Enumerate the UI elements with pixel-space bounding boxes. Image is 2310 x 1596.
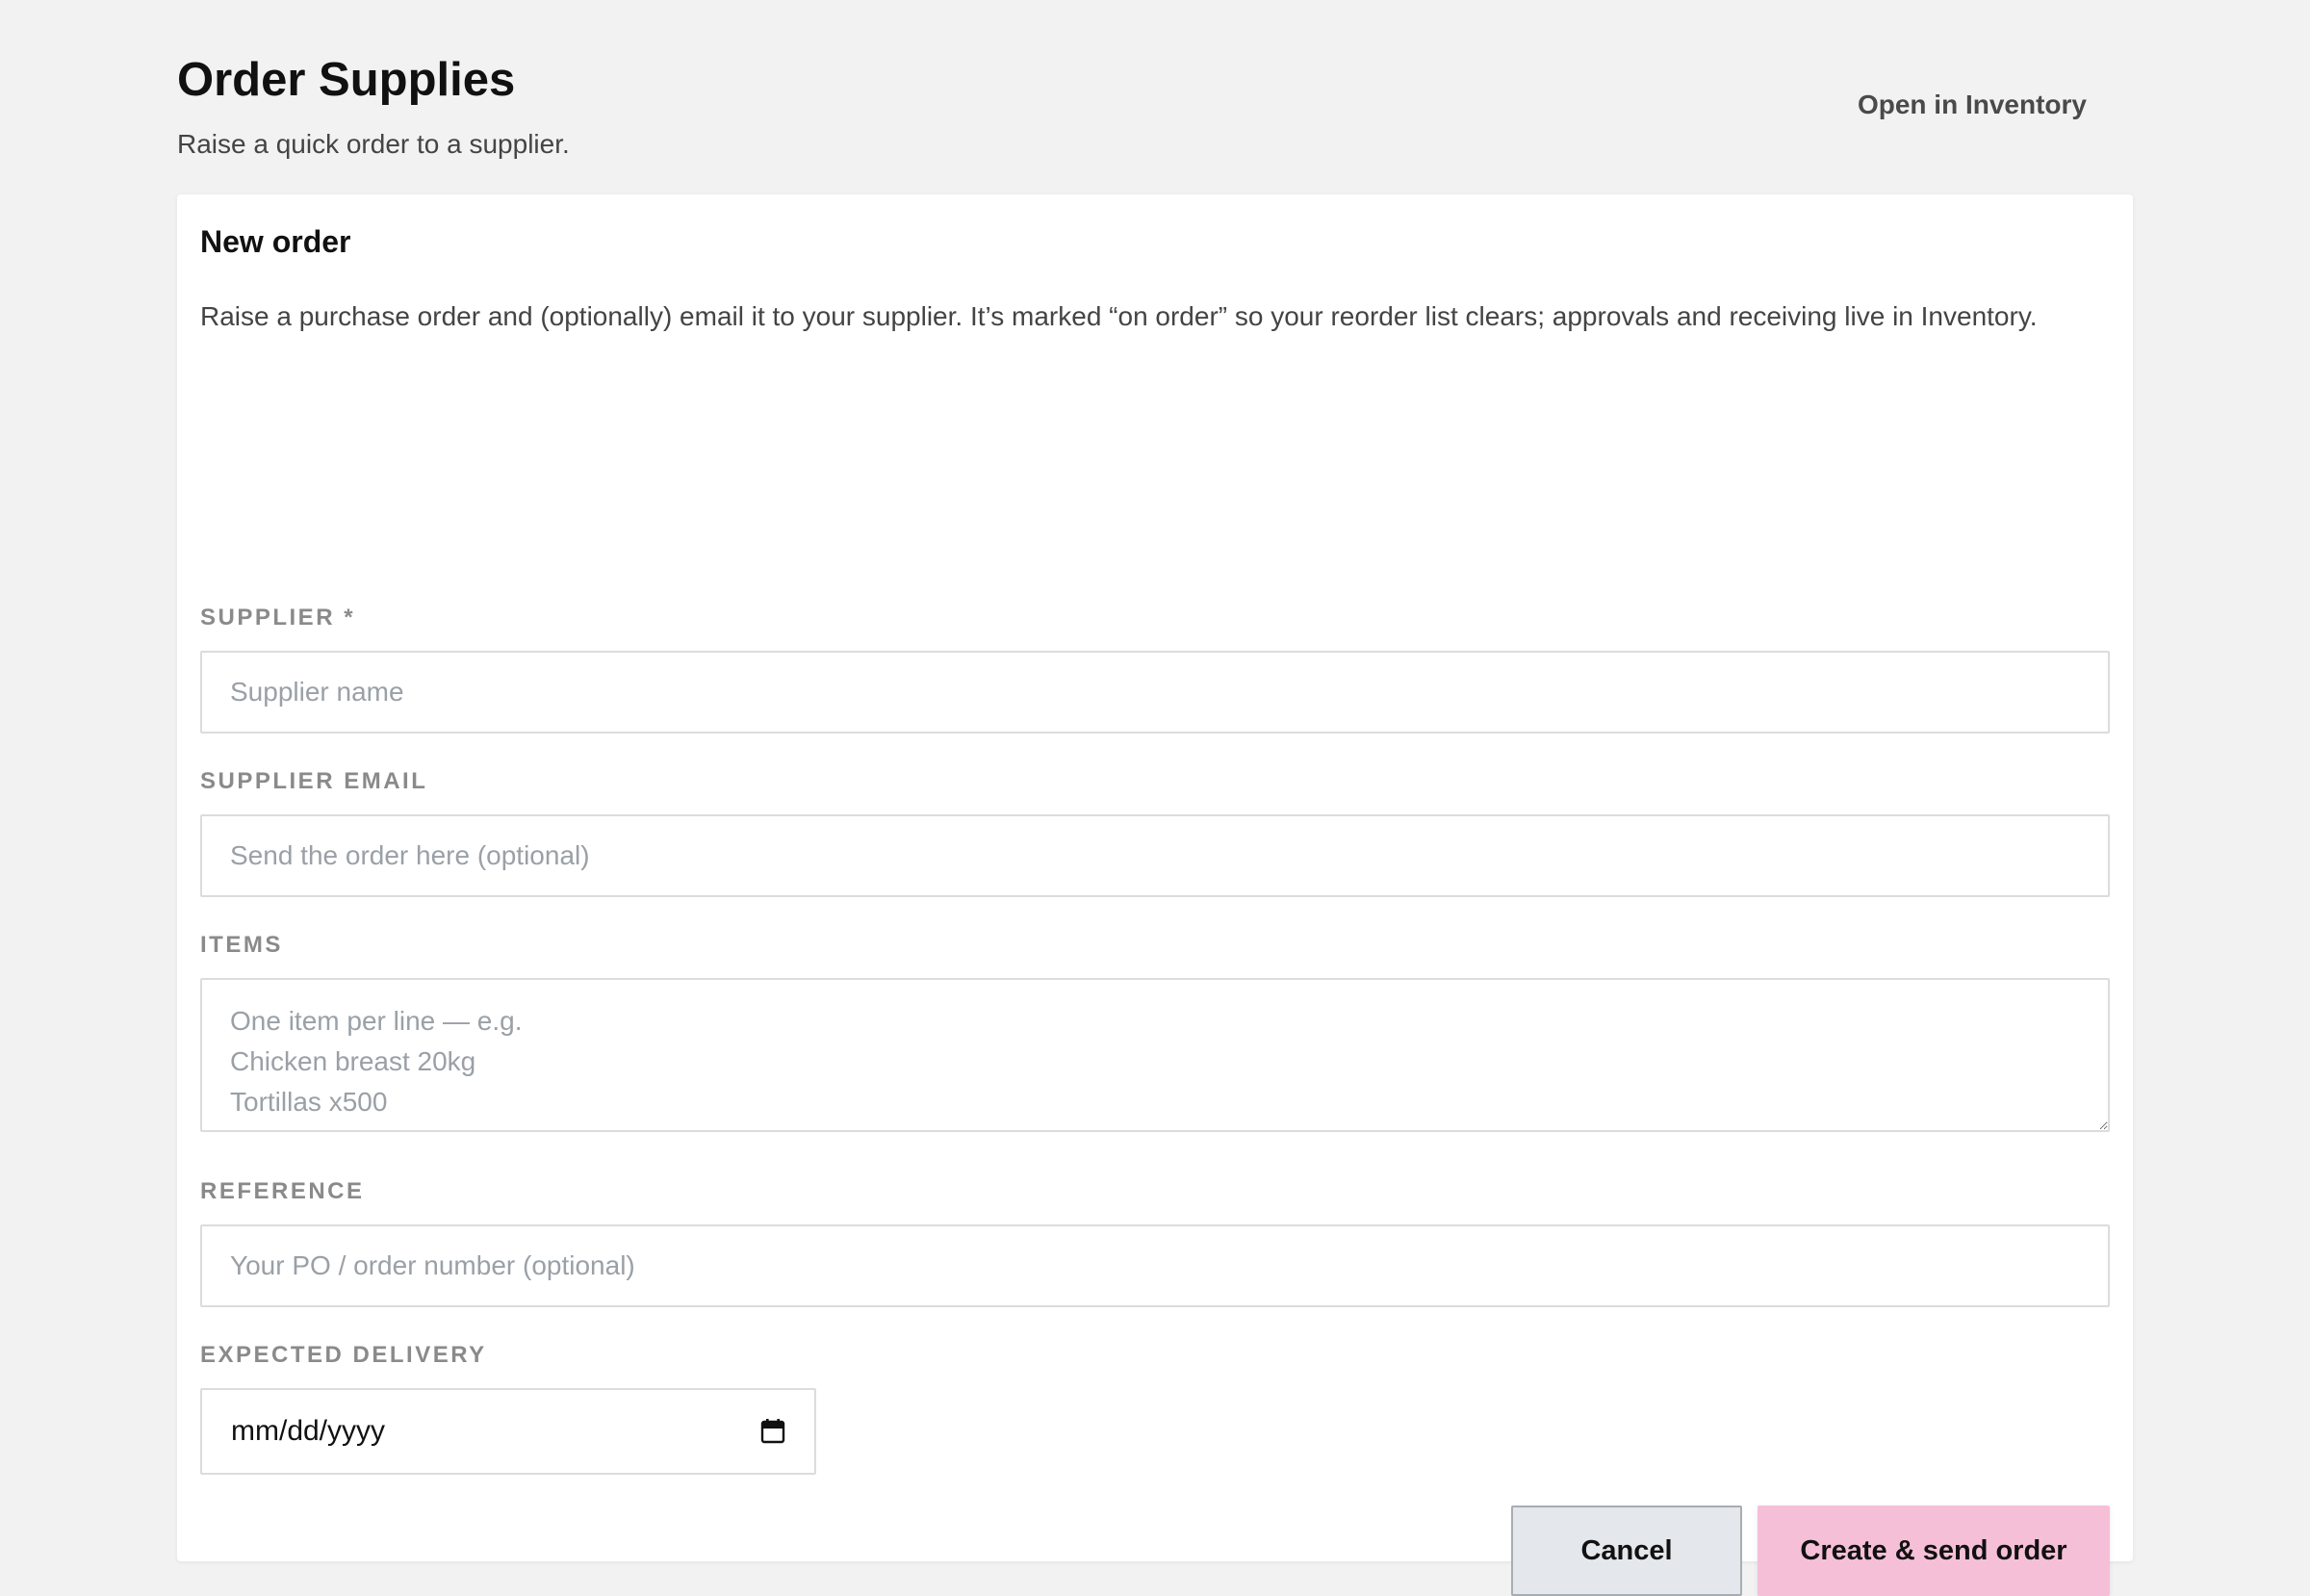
page-title: Order Supplies <box>177 54 516 106</box>
supplier-label: SUPPLIER * <box>200 605 356 631</box>
items-textarea[interactable] <box>200 978 2110 1132</box>
new-order-card: New order Raise a purchase order and (op… <box>177 194 2133 1596</box>
expected-delivery-date-input[interactable]: mm/dd/yyyy <box>200 1388 816 1475</box>
supplier-input[interactable] <box>200 651 2110 734</box>
create-send-order-button[interactable]: Create & send order <box>1758 1506 2110 1596</box>
open-in-inventory-link[interactable]: Open in Inventory <box>1858 85 2087 125</box>
expected-delivery-label: EXPECTED DELIVERY <box>200 1342 487 1368</box>
items-label: ITEMS <box>200 932 283 958</box>
supplier-email-label: SUPPLIER EMAIL <box>200 768 428 794</box>
date-value: mm/dd/yyyy <box>231 1415 386 1447</box>
reference-label: REFERENCE <box>200 1178 365 1204</box>
card-description: Raise a purchase order and (optionally) … <box>200 301 2038 331</box>
supplier-email-input[interactable] <box>200 814 2110 897</box>
calendar-icon[interactable] <box>760 1419 785 1444</box>
card-title: New order <box>200 224 351 259</box>
page-header: Order Supplies Raise a quick order to a … <box>177 48 2133 173</box>
reference-input[interactable] <box>200 1224 2110 1307</box>
cancel-button[interactable]: Cancel <box>1511 1506 1742 1596</box>
page-subtitle: Raise a quick order to a supplier. <box>177 129 570 159</box>
